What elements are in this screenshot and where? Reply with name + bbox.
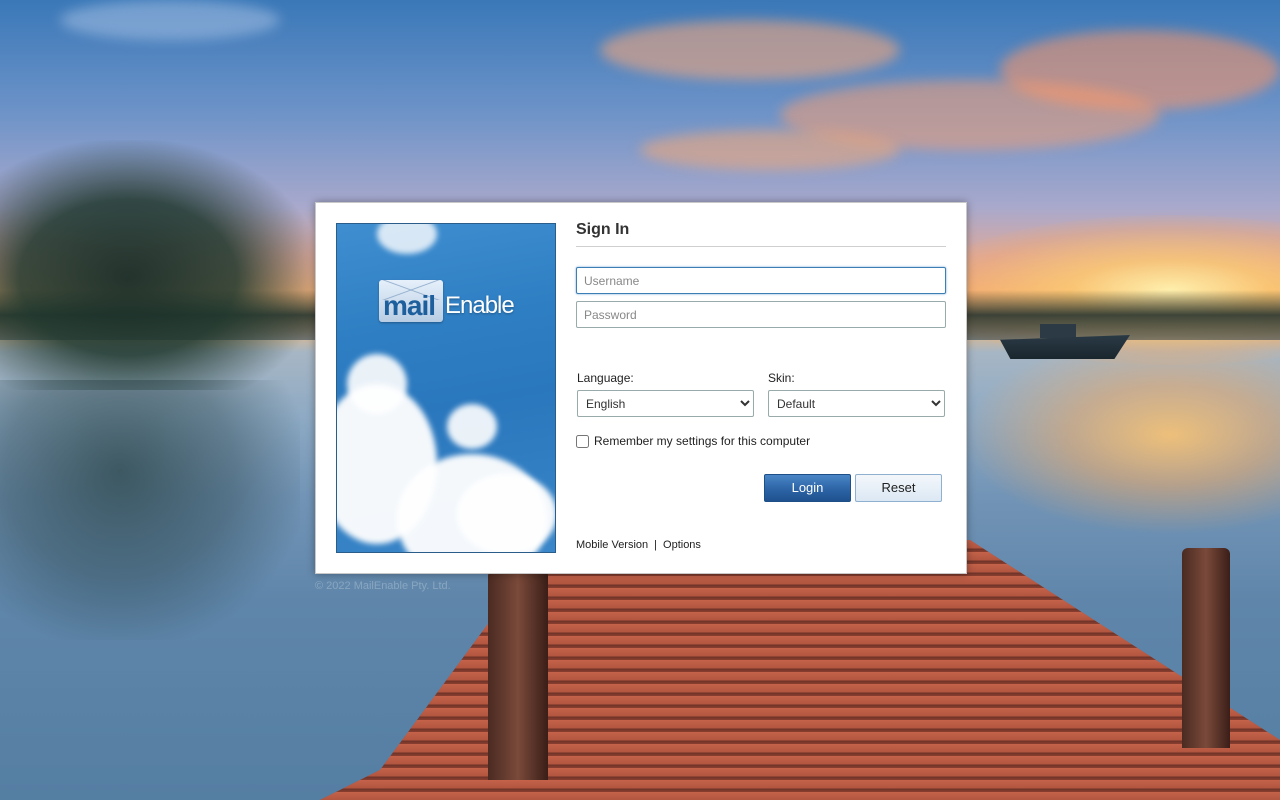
logo-enable-text: Enable: [445, 292, 515, 319]
cloud: [60, 0, 280, 40]
sun-reflection: [960, 335, 1280, 535]
wooden-dock: [320, 540, 1280, 800]
remember-checkbox[interactable]: [576, 434, 589, 448]
copyright-text: © 2022 MailEnable Pty. Ltd.: [315, 580, 451, 592]
boat-cabin: [1040, 324, 1076, 338]
cloud: [1000, 30, 1280, 110]
password-input[interactable]: [576, 301, 946, 328]
trees-reflection: [0, 380, 300, 640]
options-link[interactable]: Options: [663, 539, 701, 551]
login-panel: mail Enable Sign In Language: English Sk…: [315, 202, 967, 574]
cloud: [600, 20, 900, 80]
footer-links: Mobile Version | Options: [576, 539, 701, 551]
dock-post: [1182, 548, 1230, 748]
username-input[interactable]: [576, 267, 946, 294]
skin-label: Skin:: [768, 371, 795, 385]
mailenable-logo: mail Enable: [379, 280, 519, 324]
reset-button[interactable]: Reset: [855, 474, 942, 502]
skin-select[interactable]: Default: [768, 390, 945, 417]
login-button[interactable]: Login: [764, 474, 851, 502]
trees-left: [0, 140, 320, 390]
remember-settings[interactable]: Remember my settings for this computer: [576, 434, 810, 448]
signin-form: Sign In Language: English Skin: Default …: [576, 221, 946, 551]
remember-label: Remember my settings for this computer: [594, 434, 811, 448]
language-label: Language:: [577, 371, 634, 385]
language-select[interactable]: English: [577, 390, 754, 417]
dock-post: [488, 570, 548, 780]
mobile-version-link[interactable]: Mobile Version: [576, 539, 648, 551]
signin-title: Sign In: [576, 221, 946, 247]
brand-image: mail Enable: [336, 223, 556, 553]
logo-mail-text: mail: [383, 290, 436, 321]
link-separator: |: [654, 539, 658, 551]
cloud: [640, 130, 900, 170]
